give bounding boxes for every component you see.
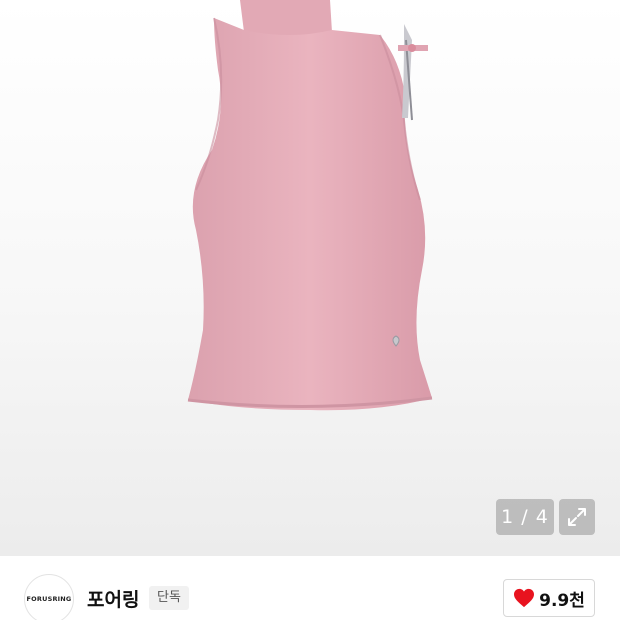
brand-info-bar: FORUSRING 포어링 단독 9.9천 [0, 556, 620, 620]
brand-name-link[interactable]: 포어링 [87, 585, 139, 612]
brand-logo-text: FORUSRING [26, 595, 72, 603]
heart-icon [514, 588, 535, 608]
like-count: 9.9천 [539, 590, 585, 611]
expand-arrows-icon [568, 508, 586, 526]
product-image-gallery[interactable]: 1 / 4 [0, 0, 620, 556]
image-counter: 1 / 4 [496, 499, 554, 535]
exclusive-badge: 단독 [149, 586, 189, 610]
brand-logo[interactable]: FORUSRING [24, 574, 74, 620]
expand-button[interactable] [559, 499, 595, 535]
like-button[interactable]: 9.9천 [503, 579, 595, 617]
product-photo [187, 0, 433, 411]
